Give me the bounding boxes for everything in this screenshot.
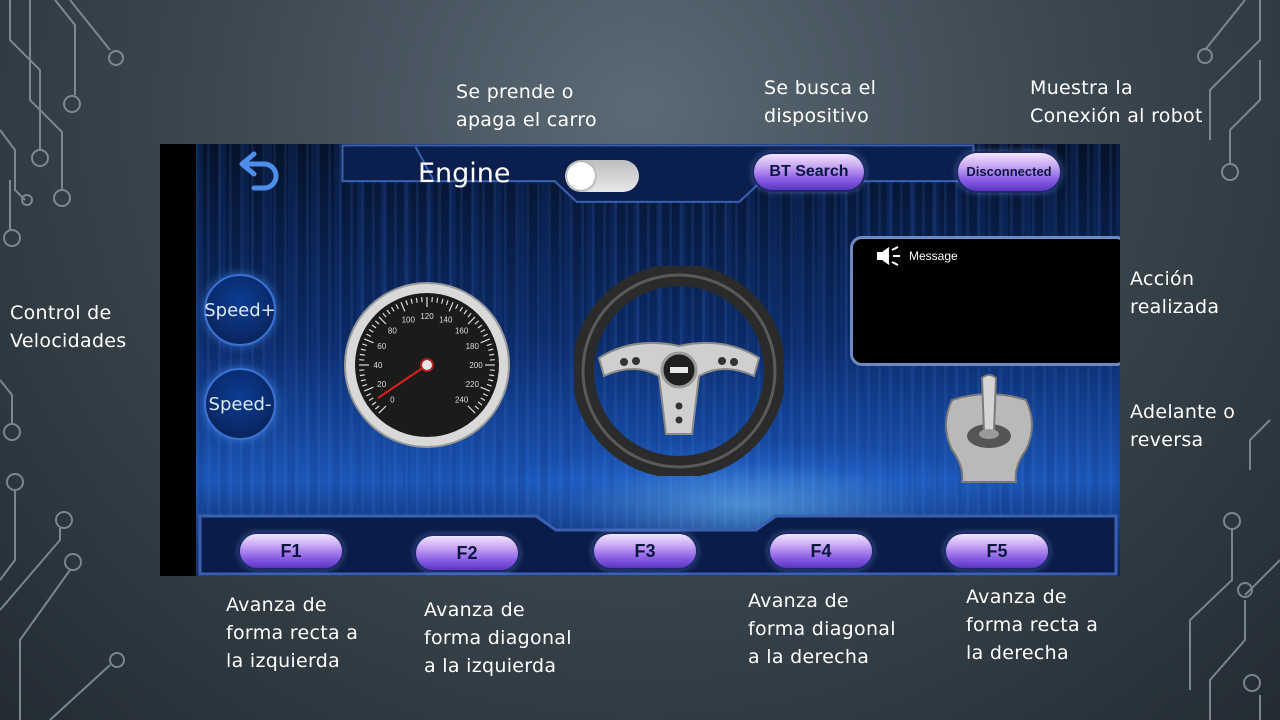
back-arrow-icon[interactable] (230, 150, 290, 198)
speedometer-tick (359, 353, 365, 356)
speed-up-button[interactable]: Speed+ (204, 274, 276, 346)
speedometer-tick-label: 200 (469, 361, 483, 370)
annotation-bt-search: Se busca el dispositivo (764, 77, 877, 127)
speedometer-tick-label: 40 (374, 361, 383, 370)
speedometer-tick (359, 374, 365, 377)
speedometer-tick-label: 20 (377, 380, 386, 389)
f3-button[interactable]: F3 (594, 534, 696, 568)
annotation-f5: Avanza de forma recta a la derecha (966, 586, 1099, 664)
app-screenshot: Engine BT Search Disconnected Speed+ Spe… (160, 144, 1120, 576)
speedometer-tick-label: 180 (466, 342, 480, 351)
f2-button[interactable]: F2 (416, 536, 518, 570)
annotation-lever: Adelante o reversa (1130, 401, 1236, 451)
speedometer-tick (489, 353, 495, 356)
speedometer-tick-label: 220 (466, 380, 480, 389)
f1-button[interactable]: F1 (240, 534, 342, 568)
bt-search-button[interactable]: BT Search (754, 154, 864, 190)
annotation-f2: Avanza de forma diagonal a la izquierda (424, 599, 572, 677)
engine-label: Engine (418, 158, 511, 189)
annotation-f1: Avanza de forma recta a la izquierda (226, 594, 359, 672)
annotation-connection: Muestra la Conexión al robot (1030, 77, 1203, 127)
speedometer-tick (436, 297, 439, 303)
gear-lever[interactable] (934, 370, 1044, 488)
annotation-engine: Se prende o apaga el carro (456, 81, 597, 131)
message-label: Message (909, 249, 958, 263)
f5-button[interactable]: F5 (946, 534, 1048, 568)
speedometer-tick-label: 60 (377, 342, 386, 351)
engine-toggle-knob (567, 162, 595, 190)
message-box: Message (850, 236, 1120, 366)
speaker-icon (877, 246, 900, 266)
connection-status-button[interactable]: Disconnected (958, 153, 1060, 191)
speedometer-tick-label: 80 (388, 326, 397, 335)
engine-toggle[interactable] (565, 160, 639, 192)
annotation-speed: Control de Velocidades (10, 302, 127, 352)
annotation-message: Acción realizada (1130, 268, 1220, 318)
f4-button[interactable]: F4 (770, 534, 872, 568)
speedometer-tick (489, 374, 495, 377)
speedometer-tick-label: 240 (455, 396, 469, 405)
speedometer: 0 20 40 6080 100 120 140160 180 200 220 240 (344, 282, 510, 448)
speed-down-button[interactable]: Speed- (204, 368, 276, 440)
steering-wheel[interactable] (574, 266, 784, 476)
speedometer-tick-label: 100 (402, 316, 416, 325)
speedometer-tick (415, 297, 418, 303)
speedometer-hub (420, 358, 434, 372)
annotation-f4: Avanza de forma diagonal a la derecha (748, 590, 896, 668)
speedometer-tick-label: 0 (390, 396, 395, 405)
speedometer-tick-label: 160 (455, 326, 469, 335)
speedometer-tick-label: 140 (439, 316, 453, 325)
speedometer-tick-label: 120 (420, 312, 434, 321)
